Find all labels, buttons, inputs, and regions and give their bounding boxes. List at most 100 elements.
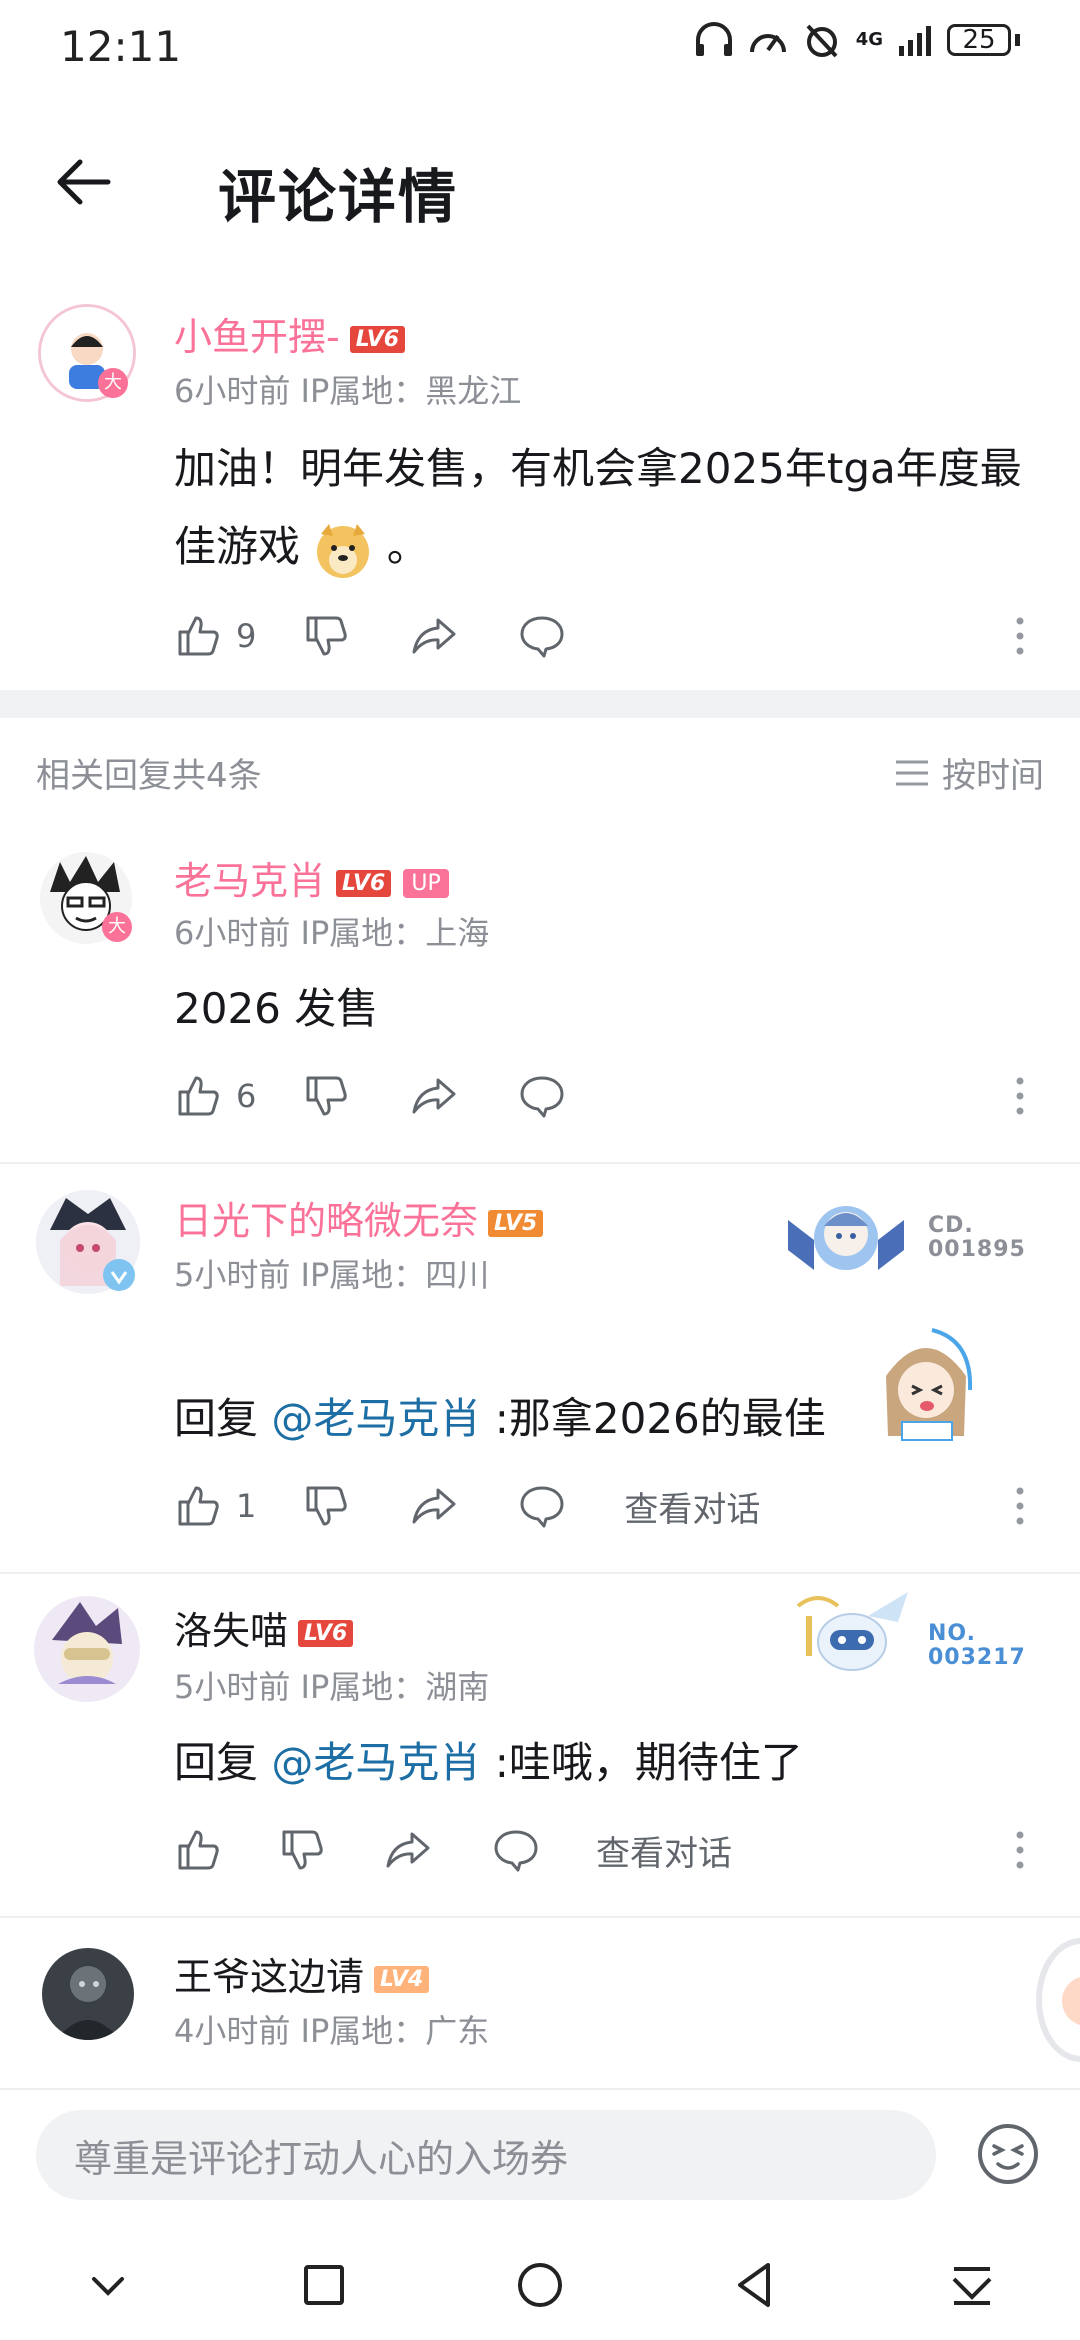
reply-icon[interactable] — [518, 612, 566, 660]
view-conversation-link[interactable]: 查看对话 — [624, 1482, 760, 1531]
badge-no-value: 001895 — [928, 1237, 1026, 1262]
username[interactable]: 老马克肖 — [174, 859, 326, 903]
emoji-icon[interactable] — [976, 2122, 1040, 2186]
reply-prefix: 回复 — [174, 1394, 272, 1443]
floating-action-button[interactable] — [1036, 1938, 1080, 2062]
section-divider — [0, 690, 1080, 718]
recents-square-icon[interactable] — [296, 2257, 352, 2313]
thumbs-up-icon[interactable] — [174, 1482, 222, 1530]
reply-ip: IP属地：上海 — [300, 914, 490, 952]
notification-pull-icon[interactable] — [944, 2257, 1000, 2313]
chevron-down-icon[interactable] — [80, 2257, 136, 2313]
home-circle-icon[interactable] — [512, 2257, 568, 2313]
like-count: 1 — [236, 1487, 257, 1525]
avatar-image — [42, 1948, 134, 2040]
avatar[interactable] — [42, 1948, 134, 2040]
vip-badge: 大 — [102, 912, 132, 942]
reply-prefix: 回复 — [174, 1738, 272, 1787]
headphones-icon — [695, 22, 732, 56]
like-count: 6 — [236, 1077, 257, 1115]
signal-icon — [899, 26, 931, 56]
reply-time: 5小时前 — [174, 1668, 291, 1706]
reply-time: 5小时前 — [174, 1256, 291, 1294]
back-arrow-icon[interactable] — [52, 150, 116, 214]
comment-actions: 9 — [174, 606, 566, 666]
back-triangle-icon[interactable] — [728, 2257, 784, 2313]
reply-meta: 5小时前 IP属地：四川 — [174, 1250, 489, 1296]
reply-meta: 4小时前 IP属地：广东 — [174, 2006, 489, 2052]
reply-ip: IP属地：广东 — [300, 2012, 490, 2050]
fan-badge-number: CD. 001895 — [928, 1214, 1026, 1262]
reply-actions: 查看对话 — [174, 1820, 732, 1880]
battery-indicator: 25 — [947, 24, 1011, 56]
sort-button[interactable]: 按时间 — [894, 748, 1044, 797]
floating-avatar-icon — [1062, 1976, 1080, 2026]
replies-count: 相关回复共4条 — [36, 756, 262, 796]
badge-no-prefix: CD. — [928, 1213, 974, 1238]
comment-username-row: 小鱼开摆- LV6 — [174, 306, 406, 361]
thumbs-down-icon[interactable] — [302, 1072, 350, 1120]
mention-link[interactable]: @老马克肖 — [271, 1738, 481, 1787]
speed-icon — [749, 34, 786, 53]
reply-username-row: 洛失喵 LV6 — [174, 1600, 354, 1655]
reply-icon[interactable] — [518, 1072, 566, 1120]
reply-icon[interactable] — [518, 1482, 566, 1530]
comment-body: 加油！明年发售，有机会拿2025年tga年度最佳游戏 — [174, 444, 1022, 571]
comment-time: 6小时前 — [174, 372, 291, 410]
reply-username-row: 老马克肖 LV6 UP — [174, 850, 449, 905]
more-options-icon[interactable] — [1014, 1486, 1026, 1526]
share-icon[interactable] — [410, 1482, 458, 1530]
thumbs-down-icon[interactable] — [302, 1482, 350, 1530]
thumbs-up-icon[interactable] — [174, 1826, 222, 1874]
status-time: 12:11 — [60, 22, 182, 71]
username[interactable]: 王爷这边请 — [174, 1955, 364, 1999]
avatar[interactable] — [34, 1596, 140, 1702]
comment-input-placeholder: 尊重是评论打动人心的入场券 — [74, 2136, 569, 2181]
more-options-icon[interactable] — [1014, 1076, 1026, 1116]
reply-icon[interactable] — [492, 1826, 540, 1874]
level-badge: LV6 — [298, 1620, 354, 1647]
badge-no-value: 003217 — [928, 1645, 1026, 1670]
thumbs-up-icon[interactable] — [174, 612, 222, 660]
doge-emoji-icon — [317, 523, 370, 578]
badge-no-prefix: NO. — [928, 1621, 976, 1646]
share-icon[interactable] — [384, 1826, 432, 1874]
reply-meta: 6小时前 IP属地：上海 — [174, 908, 489, 954]
username[interactable]: 洛失喵 — [174, 1609, 288, 1653]
reply-body: :哇哦，期待住了 — [481, 1738, 803, 1787]
more-options-icon[interactable] — [1014, 1830, 1026, 1870]
reply-divider — [0, 1162, 1080, 1164]
more-options-icon[interactable] — [1014, 616, 1026, 656]
thumbs-up-icon[interactable] — [174, 1072, 222, 1120]
thumbs-down-icon[interactable] — [278, 1826, 326, 1874]
reply-ip: IP属地：湖南 — [300, 1668, 490, 1706]
sort-label: 按时间 — [942, 756, 1044, 796]
fan-badge-icon — [788, 1206, 904, 1270]
reply-text: 回复 @老马克肖 :哇哦，期待住了 — [174, 1724, 803, 1802]
system-nav-bar — [0, 2230, 1080, 2340]
comment-body-tail: 。 — [386, 522, 429, 571]
level-badge: LV5 — [488, 1210, 544, 1237]
reply-actions: 1 查看对话 — [174, 1476, 760, 1536]
mention-link[interactable]: @老马克肖 — [271, 1394, 481, 1443]
alarm-icon — [806, 24, 838, 58]
vip-badge: 大 — [98, 368, 128, 398]
share-icon[interactable] — [410, 612, 458, 660]
comment-input[interactable]: 尊重是评论打动人心的入场券 — [36, 2110, 936, 2200]
username[interactable]: 小鱼开摆- — [174, 315, 340, 359]
status-icons: 4G 25 — [694, 22, 1020, 58]
view-conversation-link[interactable]: 查看对话 — [596, 1826, 732, 1875]
username[interactable]: 日光下的略微无奈 — [174, 1199, 478, 1243]
reply-text: 2026 发售 — [174, 984, 379, 1033]
share-icon[interactable] — [410, 1072, 458, 1120]
fan-badge-number: NO. 003217 — [928, 1622, 1026, 1670]
battery-tip — [1015, 34, 1020, 46]
level-badge: LV6 — [336, 870, 392, 897]
like-count: 9 — [236, 617, 257, 655]
comment-ip: IP属地：黑龙江 — [300, 372, 522, 410]
thumbs-down-icon[interactable] — [302, 612, 350, 660]
reply-ip: IP属地：四川 — [300, 1256, 490, 1294]
level-badge: LV4 — [374, 1966, 430, 1993]
up-badge: UP — [403, 869, 449, 898]
verified-badge-icon — [103, 1259, 135, 1291]
